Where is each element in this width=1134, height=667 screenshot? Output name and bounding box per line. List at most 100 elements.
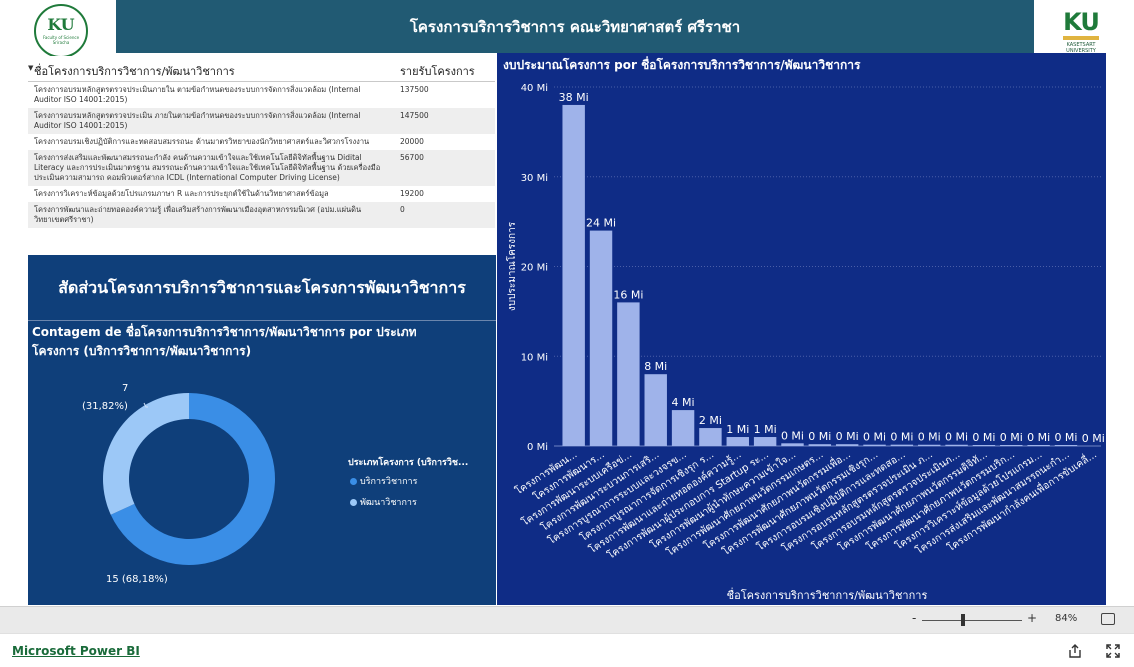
cell-revenue: 147500 (400, 111, 429, 120)
faculty-logo-mark: KU (47, 15, 75, 34)
table-row[interactable]: โครงการส่งเสริมและพัฒนาสมรรถนะกำลัง คนด้… (28, 150, 495, 186)
bar-data-label: 38 Mi (559, 91, 589, 104)
table-header: ▼ ชื่อโครงการบริการวิชาการ/พัฒนาวิชาการ … (28, 56, 495, 82)
y-tick-label: 30 Mi (521, 173, 548, 184)
legend-dot-service (350, 477, 357, 485)
table-row[interactable]: โครงการอบรมเชิงปฏิบัติการและทดสอบสมรรถนะ… (28, 134, 495, 150)
legend-item-development[interactable]: พัฒนาวิชาการ (350, 495, 417, 509)
legend-title: ประเภทโครงการ (บริการวิช... (348, 458, 469, 468)
bar[interactable] (1027, 445, 1050, 446)
bar[interactable] (753, 437, 777, 446)
bar-data-label: 0 Mi (890, 431, 913, 444)
bar[interactable] (562, 104, 585, 446)
share-icon[interactable] (1067, 643, 1083, 659)
legend-label-development: พัฒนาวิชาการ (360, 498, 417, 508)
donut-label-pct-small: (31,82%) (82, 401, 128, 412)
bar-data-label: 0 Mi (863, 431, 886, 444)
bar-data-label: 0 Mi (1082, 432, 1105, 445)
faculty-logo-caption: Faculty of Science Sriracha (42, 35, 80, 45)
bar[interactable] (781, 443, 804, 446)
y-tick-label: 10 Mi (521, 352, 548, 363)
bar-data-label: 0 Mi (1054, 431, 1077, 444)
faculty-logo: KU Faculty of Science Sriracha (34, 4, 88, 58)
bar-data-label: 0 Mi (1027, 431, 1050, 444)
report-canvas: KU Faculty of Science Sriracha โครงการบร… (0, 0, 1134, 667)
bar[interactable] (808, 444, 832, 446)
cell-revenue: 19200 (400, 189, 424, 198)
y-tick-label: 20 Mi (521, 263, 548, 274)
zoom-level: 84% (1055, 613, 1078, 624)
column-header-revenue[interactable]: รายรับโครงการ (400, 62, 475, 80)
cell-project-name: โครงการอบรมเชิงปฏิบัติการและทดสอบสมรรถนะ… (34, 137, 370, 146)
bar-data-label: 2 Mi (699, 414, 722, 427)
cell-project-name: โครงการพัฒนาและถ่ายทอดองค์ความรู้ เพื่อเ… (34, 205, 362, 224)
footer: Microsoft Power BI (0, 633, 1134, 667)
bar[interactable] (1054, 445, 1078, 446)
cell-project-name: โครงการอบรมหลักสูตรตรวจประเมินภายใน ตามข… (34, 85, 361, 104)
bar-data-label: 1 Mi (726, 423, 749, 436)
zoom-slider-thumb[interactable] (961, 614, 965, 626)
bar-data-label: 0 Mi (1000, 431, 1023, 444)
report-title-bar: โครงการบริการวิชาการ คณะวิทยาศาสตร์ ศรีร… (116, 0, 1034, 53)
bar[interactable] (671, 410, 695, 446)
zoom-out-button[interactable]: - (912, 611, 916, 625)
bar-data-label: 4 Mi (672, 396, 695, 409)
donut-label-large: 15 (68,18%) (106, 574, 168, 585)
cell-project-name: โครงการอบรมหลักสูตรตรวจประเมิน ภายในตามข… (34, 111, 361, 130)
x-axis-title: ชื่อโครงการบริการวิชาการ/พัฒนาวิชาการ (727, 587, 928, 602)
donut-label-count-small: 7 (122, 383, 129, 394)
cell-revenue: 137500 (400, 85, 429, 94)
legend-item-service[interactable]: บริการวิชาการ (350, 474, 417, 488)
bar[interactable] (863, 444, 886, 446)
bar[interactable] (726, 437, 749, 446)
bar[interactable] (589, 230, 613, 446)
bar-data-label: 0 Mi (972, 431, 995, 444)
zoom-bar: - + 84% (0, 606, 1134, 633)
bar-data-label: 24 Mi (586, 217, 616, 230)
bar-data-label: 8 Mi (644, 360, 667, 373)
table-row[interactable]: โครงการวิเคราะห์ข้อมูลด้วยโปรแกรมภาษา R … (28, 186, 495, 202)
cell-project-name: โครงการส่งเสริมและพัฒนาสมรรถนะกำลัง คนด้… (34, 153, 381, 182)
y-axis-title: งบประมาณโครงการ (505, 221, 518, 311)
bar[interactable] (918, 444, 941, 446)
zoom-slider-track[interactable] (922, 620, 1022, 621)
sort-descending-icon[interactable]: ▼ (28, 64, 33, 72)
bar-data-label: 0 Mi (918, 431, 941, 444)
cell-project-name: โครงการวิเคราะห์ข้อมูลด้วยโปรแกรมภาษา R … (34, 189, 329, 198)
university-logo-stripe (1063, 36, 1099, 40)
bar[interactable] (972, 445, 996, 446)
bar-data-label: 1 Mi (754, 423, 777, 436)
bar[interactable] (1000, 445, 1023, 446)
bar-data-label: 16 Mi (613, 288, 643, 301)
cell-revenue: 56700 (400, 153, 424, 162)
bar[interactable] (699, 428, 722, 446)
bar-data-label: 0 Mi (808, 430, 831, 443)
bar[interactable] (835, 444, 859, 446)
university-logo-mark: KU (1063, 8, 1100, 36)
legend-dot-development (350, 498, 357, 506)
cell-revenue: 0 (400, 205, 405, 214)
bar[interactable] (617, 302, 640, 446)
bar[interactable] (945, 444, 968, 446)
table-row[interactable]: โครงการอบรมหลักสูตรตรวจประเมิน ภายในตามข… (28, 108, 495, 134)
bar[interactable] (644, 374, 667, 446)
bar-data-label: 0 Mi (945, 431, 968, 444)
bar-data-label: 0 Mi (781, 429, 804, 442)
power-bi-link[interactable]: Microsoft Power BI (12, 644, 140, 658)
table-row[interactable]: โครงการพัฒนาและถ่ายทอดองค์ความรู้ เพื่อเ… (28, 202, 495, 228)
zoom-in-button[interactable]: + (1027, 611, 1037, 625)
y-tick-label: 40 Mi (521, 83, 548, 94)
report-title: โครงการบริการวิชาการ คณะวิทยาศาสตร์ ศรีร… (409, 17, 741, 36)
budget-bar-chart[interactable]: 0 Mi 10 Mi 20 Mi 30 Mi 40 Mi งบประมาณโครงการ 3… (497, 53, 1106, 605)
budget-bar-panel: งบประมาณโครงการ por ชื่อโครงการบริการวิช… (497, 53, 1106, 605)
expand-icon[interactable] (1105, 643, 1121, 659)
fit-to-page-icon[interactable] (1101, 613, 1115, 625)
bar[interactable] (890, 444, 914, 446)
bar-data-label: 0 Mi (836, 430, 859, 443)
projects-table[interactable]: ▼ ชื่อโครงการบริการวิชาการ/พัฒนาวิชาการ … (28, 56, 495, 254)
donut-chart[interactable] (28, 255, 496, 605)
cell-revenue: 20000 (400, 137, 424, 146)
table-row[interactable]: โครงการอบรมหลักสูตรตรวจประเมินภายใน ตามข… (28, 82, 495, 108)
column-header-project-name[interactable]: ชื่อโครงการบริการวิชาการ/พัฒนาวิชาการ (34, 62, 235, 80)
y-tick-label: 0 Mi (527, 442, 548, 453)
